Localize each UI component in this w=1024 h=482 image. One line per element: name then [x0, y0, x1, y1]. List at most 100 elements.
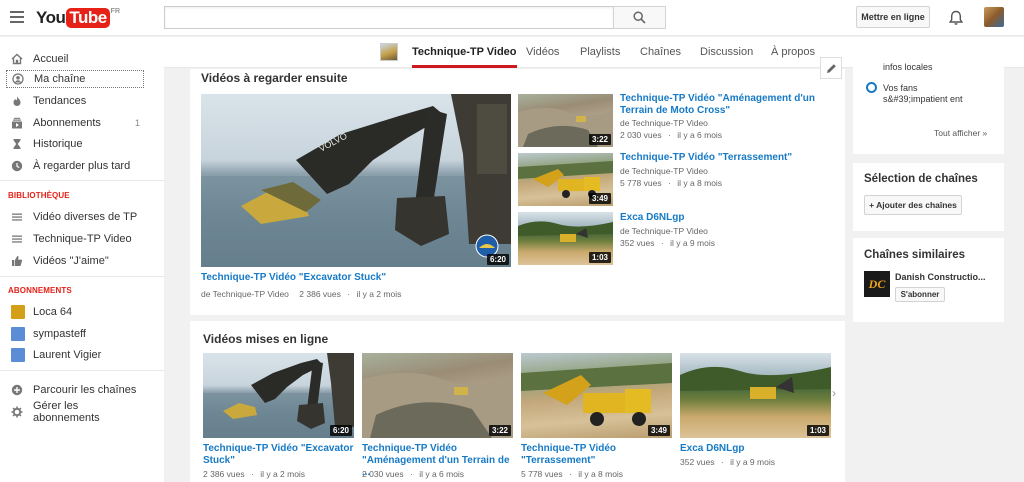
sidebar-item-label: Gérer les abonnements [33, 400, 100, 424]
featured-video-title[interactable]: Technique-TP Vidéo "Excavator Stuck" [201, 272, 511, 284]
tab-videos[interactable]: Vidéos [526, 37, 559, 67]
logo-text-tube: Tube [66, 8, 110, 28]
video-byline[interactable]: de Technique-TP Video [620, 226, 708, 237]
flame-icon [11, 95, 23, 107]
video-byline[interactable]: de Technique-TP Video [201, 289, 289, 299]
video-byline[interactable]: de Technique-TP Video [620, 166, 708, 177]
video-meta: 352 vues · il y a 9 mois [680, 457, 775, 467]
sidebar-item-my-channel[interactable]: Ma chaîne [6, 70, 144, 88]
thumbs-up-icon [11, 255, 23, 267]
danish-construction-logo[interactable]: DC [864, 271, 890, 297]
sidebar-item-label: Ma chaîne [34, 73, 86, 85]
video-thumbnail[interactable]: 3:22 [518, 94, 613, 147]
video-byline[interactable]: de Technique-TP Video [620, 118, 708, 129]
sidebar-item-manage-subscriptions[interactable]: Gérer les abonnements [6, 400, 144, 424]
library-heading[interactable]: BIBLIOTHÈQUE [8, 191, 70, 200]
video-meta: 2 030 vues · il y a 6 mois [620, 130, 723, 140]
video-thumbnail[interactable]: 1:03 [680, 353, 831, 438]
chevron-right-icon: » [982, 128, 988, 138]
video-duration: 1:03 [588, 252, 611, 263]
sidebar-item-label: Parcourir les chaînes [33, 384, 137, 396]
sidebar-sub-laurent-vigier[interactable]: Laurent Vigier [6, 346, 144, 364]
video-duration: 6:20 [329, 425, 352, 436]
sidebar-item-history[interactable]: Historique [6, 135, 144, 153]
privacy-option-fans: Vos fans s&#39;impatient ent [883, 83, 963, 104]
sidebar-item-playlist-technique[interactable]: Technique-TP Video [6, 230, 144, 248]
video-duration: 3:22 [488, 425, 511, 436]
gear-icon [11, 406, 23, 418]
search-input[interactable] [164, 6, 613, 29]
video-age: il y a 2 mois [356, 289, 402, 299]
video-title[interactable]: Technique-TP Vidéo "Terrassement" [620, 152, 830, 164]
video-title[interactable]: Technique-TP Vidéo "Aménagement d'un Ter… [620, 93, 830, 117]
channel-avatar [11, 327, 25, 341]
notifications-button[interactable] [946, 8, 966, 28]
channel-avatar [11, 348, 25, 362]
video-title[interactable]: Exca D6NLgp [620, 212, 830, 224]
guide-menu-icon[interactable] [10, 11, 24, 23]
video-thumbnail[interactable]: 1:03 [518, 212, 613, 265]
sidebar-sub-sympasteff[interactable]: sympasteff [6, 325, 144, 343]
video-views: 5 778 vues [521, 469, 563, 479]
related-channels-card: Chaînes similaires DC Danish Constructio… [853, 238, 1004, 322]
tab-about[interactable]: À propos [771, 37, 815, 67]
tab-discussion[interactable]: Discussion [700, 37, 753, 67]
video-title[interactable]: Exca D6NLgp [680, 443, 831, 455]
upload-button[interactable]: Mettre en ligne [856, 6, 930, 28]
sidebar-item-label: Abonnements [33, 117, 101, 129]
watch-next-section: Vidéos à regarder ensuite VOLVO 6:20 Tec… [190, 69, 845, 315]
sidebar-item-browse-channels[interactable]: Parcourir les chaînes [6, 381, 144, 399]
sidebar-item-subscriptions[interactable]: Abonnements 1 [6, 114, 144, 132]
section-title: Vidéos à regarder ensuite [201, 71, 348, 85]
carousel-next-arrow[interactable]: › [832, 386, 836, 400]
video-meta: 5 778 vues · il y a 8 mois [620, 178, 723, 188]
subscriptions-heading[interactable]: ABONNEMENTS [8, 286, 72, 295]
search-icon [633, 11, 646, 24]
sidebar-item-home[interactable]: Accueil [6, 50, 144, 68]
sidebar-item-label: Accueil [33, 53, 69, 65]
search-button[interactable] [613, 6, 666, 29]
subscribe-button[interactable]: S'abonner [895, 287, 945, 302]
sidebar-item-liked-videos[interactable]: Vidéos "J'aime" [6, 252, 144, 270]
channel-thumbnail[interactable] [380, 43, 398, 61]
featured-video-thumbnail[interactable]: VOLVO 6:20 [201, 94, 511, 267]
video-thumbnail[interactable]: 6:20 [203, 353, 354, 438]
subscriptions-icon [11, 117, 23, 129]
related-channel-name[interactable]: Danish Constructio... [895, 272, 986, 283]
add-channels-button[interactable]: + Ajouter des chaînes [864, 195, 962, 215]
sidebar-item-label: À regarder plus tard [33, 160, 131, 172]
privacy-radio[interactable] [866, 82, 877, 93]
video-age: il y a 6 mois [677, 130, 723, 140]
sidebar-item-trending[interactable]: Tendances [6, 92, 144, 110]
sidebar-item-watch-later[interactable]: À regarder plus tard [6, 157, 144, 175]
video-age: il y a 8 mois [578, 469, 624, 479]
account-avatar[interactable] [984, 7, 1004, 27]
tab-channels[interactable]: Chaînes [640, 37, 681, 67]
video-age: il y a 9 mois [670, 238, 715, 248]
plus-circle-icon [11, 384, 23, 396]
video-thumbnail[interactable]: 3:49 [518, 153, 613, 206]
sidebar-item-playlist-tp[interactable]: Vidéo diverses de TP [6, 208, 144, 226]
video-views: 352 vues [680, 457, 715, 467]
channel-avatar [11, 305, 25, 319]
video-thumbnail[interactable]: 3:22 [362, 353, 513, 438]
video-meta: 5 778 vues · il y a 8 mois [521, 469, 624, 479]
video-thumbnail[interactable]: 3:49 [521, 353, 672, 438]
excavator-scene: VOLVO [201, 94, 511, 267]
tab-playlists[interactable]: Playlists [580, 37, 620, 67]
youtube-logo[interactable]: You Tube FR [36, 7, 120, 29]
video-views: 5 778 vues [620, 178, 662, 188]
masthead: You Tube FR Mettre en ligne [0, 0, 1024, 36]
section-title: Vidéos mises en ligne [203, 332, 329, 346]
video-title[interactable]: Technique-TP Vidéo "Terrassement" [521, 443, 672, 467]
featured-channels-title: Sélection de chaînes [864, 173, 978, 185]
video-meta: 2 386 vues · il y a 2 mois [203, 469, 306, 479]
sidebar-item-label: Historique [33, 138, 83, 150]
video-age: il y a 2 mois [260, 469, 306, 479]
sidebar-sub-loca64[interactable]: Loca 64 [6, 303, 144, 321]
edit-section-button[interactable] [820, 57, 842, 79]
bell-icon [949, 10, 963, 25]
tab-channel-home[interactable]: Technique-TP Video [412, 37, 517, 68]
show-all-link[interactable]: Tout afficher » [934, 128, 987, 139]
video-title[interactable]: Technique-TP Vidéo "Excavator Stuck" [203, 443, 354, 467]
